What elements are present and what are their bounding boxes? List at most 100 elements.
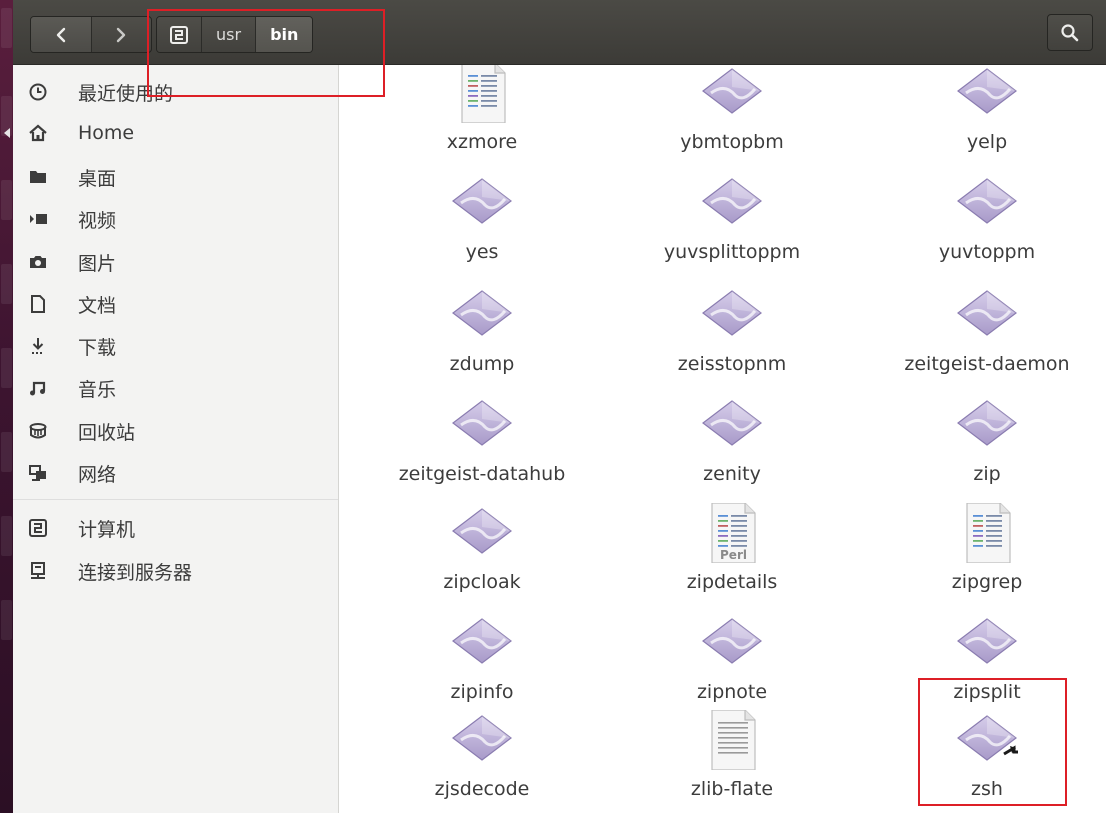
executable-icon (952, 395, 1022, 455)
file-item-yuvtoppm[interactable]: yuvtoppm (872, 173, 1102, 283)
file-item-zipnote[interactable]: zipnote (617, 613, 847, 723)
file-item-zeitgeist-datahub[interactable]: zeitgeist-datahub (367, 395, 597, 505)
file-item-zjsdecode[interactable]: zjsdecode (367, 710, 597, 813)
script-file-icon (952, 502, 1022, 564)
file-item-zeisstopnm[interactable]: zeisstopnm (617, 285, 847, 395)
sidebar-item-computer[interactable]: 计算机 (13, 508, 338, 548)
server-icon (28, 561, 48, 581)
camera-icon (28, 252, 48, 272)
file-label: zeisstopnm (677, 353, 787, 375)
executable-icon (952, 613, 1022, 673)
launcher-tile[interactable] (1, 516, 12, 556)
file-label: xzmore (446, 131, 518, 153)
sidebar-item-documents[interactable]: 文档 (13, 284, 338, 324)
sidebar-item-desktop[interactable]: 桌面 (13, 157, 338, 197)
file-item-zeitgeist-daemon[interactable]: zeitgeist-daemon (872, 285, 1102, 395)
file-label: zip (973, 463, 1001, 485)
file-item-xzmore[interactable]: xzmore (367, 65, 597, 173)
sidebar-item-label: Home (78, 122, 135, 144)
file-label: zipcloak (443, 571, 521, 593)
home-icon (28, 123, 48, 143)
file-label: yes (465, 241, 499, 263)
launcher-tile[interactable] (1, 600, 12, 640)
svg-text:Perl: Perl (720, 548, 747, 562)
file-label: yuvsplittoppm (663, 241, 801, 263)
search-button[interactable] (1047, 14, 1093, 51)
file-label: zdump (449, 353, 515, 375)
sidebar-item-label: 计算机 (78, 518, 136, 541)
folder-icon (28, 167, 48, 187)
file-item-zipcloak[interactable]: zipcloak (367, 503, 597, 613)
computer-icon (28, 518, 48, 538)
file-item-zipsplit[interactable]: zipsplit (872, 613, 1102, 723)
breadcrumb-usr[interactable]: usr (201, 17, 256, 52)
executable-icon (447, 613, 517, 673)
breadcrumb-bin[interactable]: bin (255, 17, 313, 52)
executable-symlink-icon (952, 710, 1022, 770)
launcher-tile[interactable] (1, 348, 12, 388)
launcher-tile[interactable] (1, 180, 12, 220)
file-item-zenity[interactable]: zenity (617, 395, 847, 505)
file-label: zeitgeist-datahub (398, 463, 566, 485)
download-icon (28, 336, 48, 356)
network-icon (28, 463, 48, 483)
file-label: zipgrep (951, 571, 1023, 593)
file-item-ybmtopbm[interactable]: ybmtopbm (617, 65, 847, 173)
executable-icon (952, 285, 1022, 345)
sidebar-item-connect-server[interactable]: 连接到服务器 (13, 551, 338, 591)
perl-script-icon: PerlPerl (697, 502, 767, 564)
file-item-zsh[interactable]: zsh (872, 710, 1102, 813)
chevron-right-icon (117, 27, 126, 42)
file-item-zip[interactable]: zip (872, 395, 1102, 505)
executable-icon (952, 65, 1022, 123)
file-item-zlib-flate[interactable]: zlib-flate (617, 709, 847, 813)
file-label: zenity (703, 463, 761, 485)
chevron-left-icon (56, 27, 65, 42)
sidebar-item-videos[interactable]: 视频 (13, 199, 338, 239)
file-label: zipsplit (953, 681, 1021, 703)
file-item-zipgrep[interactable]: zipgrep (872, 502, 1102, 613)
file-label: zlib-flate (690, 778, 774, 800)
executable-icon (447, 710, 517, 770)
executable-icon (447, 503, 517, 563)
script-file-icon (447, 65, 517, 124)
sidebar-item-network[interactable]: 网络 (13, 453, 338, 493)
executable-icon (447, 395, 517, 455)
video-icon (28, 209, 48, 229)
sidebar-item-music[interactable]: 音乐 (13, 368, 338, 408)
computer-root-icon (170, 25, 188, 44)
forward-button[interactable] (90, 17, 152, 52)
sidebar-item-label: 连接到服务器 (78, 561, 193, 584)
file-item-yuvsplittoppm[interactable]: yuvsplittoppm (617, 173, 847, 283)
sidebar-item-recent[interactable]: 最近使用的 (13, 72, 338, 112)
sidebar-item-trash[interactable]: 回收站 (13, 411, 338, 451)
executable-icon (697, 395, 767, 455)
sidebar-item-home[interactable]: Home (13, 113, 338, 153)
launcher-tile[interactable] (1, 264, 12, 304)
sidebar-item-label: 桌面 (78, 167, 117, 190)
back-button[interactable] (31, 17, 91, 52)
sidebar-item-label: 音乐 (78, 378, 117, 401)
launcher-tile[interactable] (1, 8, 12, 48)
sidebar-item-pictures[interactable]: 图片 (13, 242, 338, 282)
file-item-yelp[interactable]: yelp (872, 65, 1102, 173)
sidebar-item-label: 图片 (78, 252, 117, 275)
file-label: zsh (971, 778, 1003, 800)
unity-launcher (0, 0, 13, 813)
executable-icon (447, 173, 517, 233)
sidebar-item-label: 视频 (78, 209, 117, 232)
places-sidebar: 最近使用的 Home 桌面 视频 图片 文档 下载 音乐 回收站 网络 计算机 … (13, 65, 339, 813)
file-item-zipinfo[interactable]: zipinfo (367, 613, 597, 723)
breadcrumb-root[interactable] (157, 17, 201, 52)
sidebar-item-downloads[interactable]: 下载 (13, 326, 338, 366)
music-icon (28, 378, 48, 398)
search-icon (1061, 23, 1079, 41)
document-icon (28, 294, 48, 314)
launcher-tile[interactable] (1, 432, 12, 472)
file-item-yes[interactable]: yes (367, 173, 597, 283)
sidebar-item-label: 最近使用的 (78, 82, 174, 105)
file-item-zdump[interactable]: zdump (367, 285, 597, 395)
text-file-icon (697, 709, 767, 771)
executable-icon (697, 65, 767, 123)
file-item-zipdetails[interactable]: PerlPerl zipdetails (617, 502, 847, 613)
